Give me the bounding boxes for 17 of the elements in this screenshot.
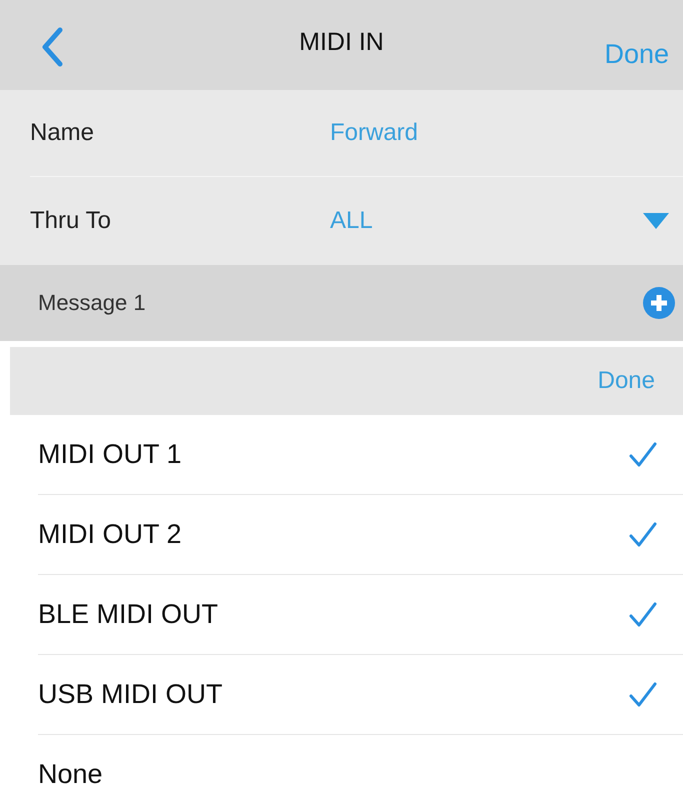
option-row[interactable]: None [38, 734, 683, 810]
dropdown-arrow-icon[interactable] [643, 213, 669, 229]
option-row[interactable]: USB MIDI OUT [38, 654, 683, 734]
back-icon[interactable] [40, 27, 64, 67]
option-row[interactable]: MIDI OUT 1 [38, 415, 683, 494]
option-label: None [38, 759, 103, 790]
field-label: Name [30, 119, 96, 147]
option-label: MIDI OUT 2 [38, 519, 182, 550]
add-icon[interactable] [643, 287, 675, 319]
field-label: Thru To [30, 207, 112, 235]
option-label: MIDI OUT 1 [38, 439, 182, 470]
screen-title: MIDI IN [299, 28, 384, 57]
section-title: Message 1 [38, 290, 146, 316]
option-label: USB MIDI OUT [38, 679, 223, 710]
option-row[interactable]: BLE MIDI OUT [38, 574, 683, 654]
option-label: BLE MIDI OUT [38, 599, 218, 630]
option-row[interactable]: MIDI OUT 2 [38, 494, 683, 574]
